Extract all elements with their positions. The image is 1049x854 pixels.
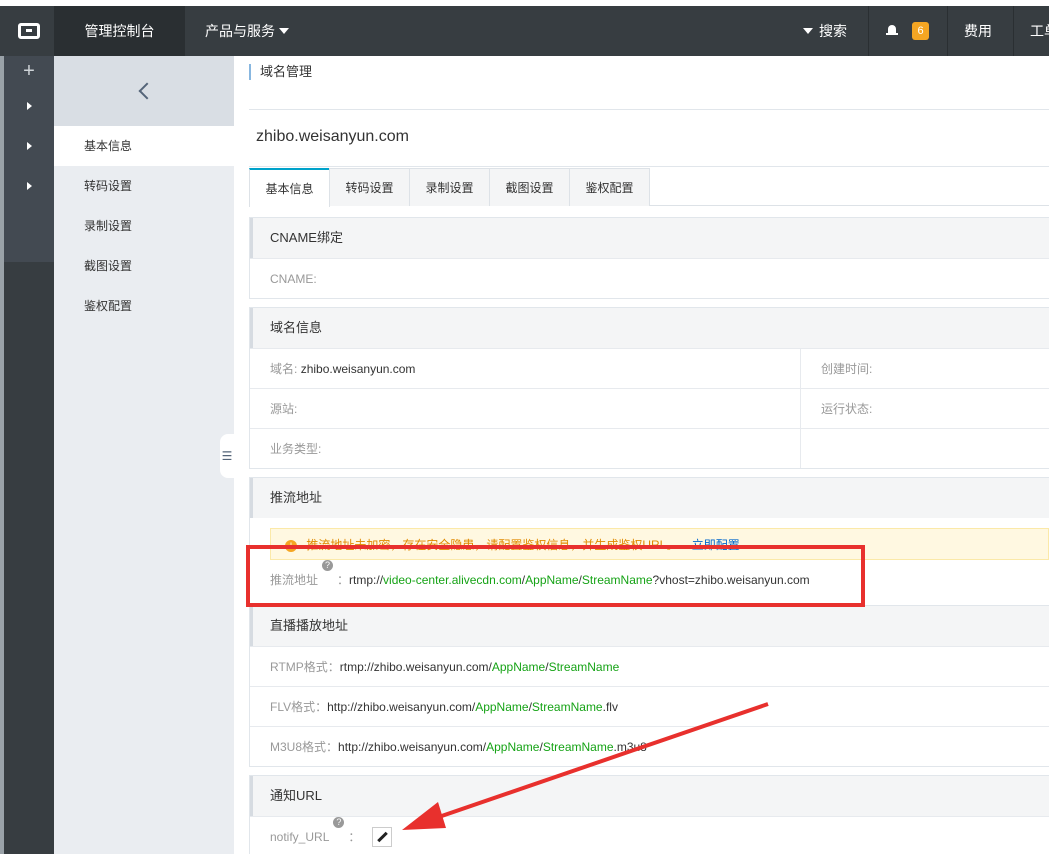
page: 管理控制台 产品与服务 搜索 6 费用 工单 + 基本信息 转码设置 <box>0 0 1049 854</box>
flv-label: FLV格式： <box>270 700 328 714</box>
table-row: 业务类型: <box>250 428 1049 468</box>
section-title: 直播播放地址 <box>250 606 1049 646</box>
chevron-down-icon <box>279 28 289 34</box>
divider <box>868 6 869 56</box>
section-title: 推流地址 <box>250 478 1049 518</box>
url-app: AppName <box>491 660 546 674</box>
search-label: 搜索 <box>819 23 847 39</box>
search-button[interactable]: 搜索 <box>803 6 847 56</box>
sidebar-item-auth[interactable]: 鉴权配置 <box>54 286 234 326</box>
rail-expand-button[interactable] <box>4 166 54 206</box>
cname-row: CNAME: <box>250 258 1049 298</box>
tab-basic-info[interactable]: 基本信息 <box>249 168 330 207</box>
breadcrumb: 域名管理 <box>249 64 312 80</box>
biz-type-label: 业务类型: <box>250 429 801 468</box>
sidebar-item-transcode[interactable]: 转码设置 <box>54 166 234 206</box>
url-stream: StreamName <box>548 660 620 674</box>
status-label: 运行状态: <box>821 402 873 416</box>
console-link[interactable]: 管理控制台 <box>54 6 185 56</box>
rail-expand-button[interactable] <box>4 86 54 126</box>
chevron-down-icon <box>803 28 813 34</box>
tab-record[interactable]: 录制设置 <box>409 168 490 206</box>
page-title: zhibo.weisanyun.com <box>256 128 409 145</box>
sidebar-item-snapshot[interactable]: 截图设置 <box>54 246 234 286</box>
tab-auth[interactable]: 鉴权配置 <box>569 168 650 206</box>
domain-info-section: 域名信息 域名: zhibo.weisanyun.com 创建时间: 源站: 运… <box>249 307 1049 469</box>
tab-snapshot[interactable]: 截图设置 <box>489 168 570 206</box>
sidebar-item-record[interactable]: 录制设置 <box>54 206 234 246</box>
rail-top-group: + <box>4 56 54 262</box>
source-label: 源站: <box>250 389 801 428</box>
section-title: CNAME绑定 <box>250 218 1049 258</box>
top-navbar: 管理控制台 产品与服务 搜索 6 费用 工单 <box>0 6 1049 56</box>
created-time-label: 创建时间: <box>821 362 873 376</box>
fee-menu[interactable]: 费用 <box>964 6 992 56</box>
rtmp-label: RTMP格式： <box>270 660 340 674</box>
divider <box>947 6 948 56</box>
back-button[interactable] <box>54 56 234 126</box>
divider <box>1013 6 1014 56</box>
m3u8-label: M3U8格式： <box>270 740 339 754</box>
divider <box>249 166 1049 167</box>
section-title: 域名信息 <box>250 308 1049 348</box>
triangle-right-icon <box>26 182 32 190</box>
notification-badge: 6 <box>912 22 929 40</box>
domain-label: 域名: <box>270 362 298 376</box>
domain-value: zhibo.weisanyun.com <box>300 362 416 376</box>
collapse-sidebar-icon[interactable]: ☰ <box>220 434 234 478</box>
table-row: 源站: 运行状态: <box>250 388 1049 428</box>
notify-url-label: notify_URL <box>270 830 330 844</box>
tab-bar: 基本信息 转码设置 录制设置 截图设置 鉴权配置 <box>249 168 1049 207</box>
chevron-left-icon <box>138 82 156 100</box>
sidebar-item-basic-info[interactable]: 基本信息 <box>54 126 234 166</box>
highlight-box <box>246 545 865 607</box>
empty-cell <box>801 429 821 468</box>
products-label: 产品与服务 <box>205 23 275 39</box>
domain-cell: 域名: zhibo.weisanyun.com <box>250 349 801 388</box>
url-part: rtmp://zhibo.weisanyun.com/ <box>339 660 492 674</box>
table-row: 域名: zhibo.weisanyun.com 创建时间: <box>250 348 1049 388</box>
tab-transcode[interactable]: 转码设置 <box>329 168 410 206</box>
cname-section: CNAME绑定 CNAME: <box>249 217 1049 299</box>
triangle-right-icon <box>26 102 32 110</box>
help-icon[interactable]: ? <box>333 817 345 828</box>
add-shortcut-button[interactable]: + <box>4 56 54 86</box>
colon: ： <box>348 830 361 844</box>
secondary-sidebar: 基本信息 转码设置 录制设置 截图设置 鉴权配置 <box>54 56 234 854</box>
products-menu[interactable]: 产品与服务 <box>205 6 289 56</box>
rail-expand-button[interactable] <box>4 126 54 166</box>
notifications-button[interactable]: 6 <box>886 6 929 56</box>
annotation-arrow-icon <box>402 702 769 830</box>
cname-label: CNAME: <box>270 272 317 286</box>
aliyun-logo-icon[interactable] <box>4 6 54 56</box>
bell-icon <box>886 25 898 37</box>
icon-rail: + <box>4 56 54 854</box>
divider <box>249 109 1049 110</box>
rtmp-row: RTMP格式： rtmp://zhibo.weisanyun.com/ AppN… <box>250 646 1049 686</box>
triangle-right-icon <box>26 142 32 150</box>
ticket-menu[interactable]: 工单 <box>1030 6 1049 56</box>
